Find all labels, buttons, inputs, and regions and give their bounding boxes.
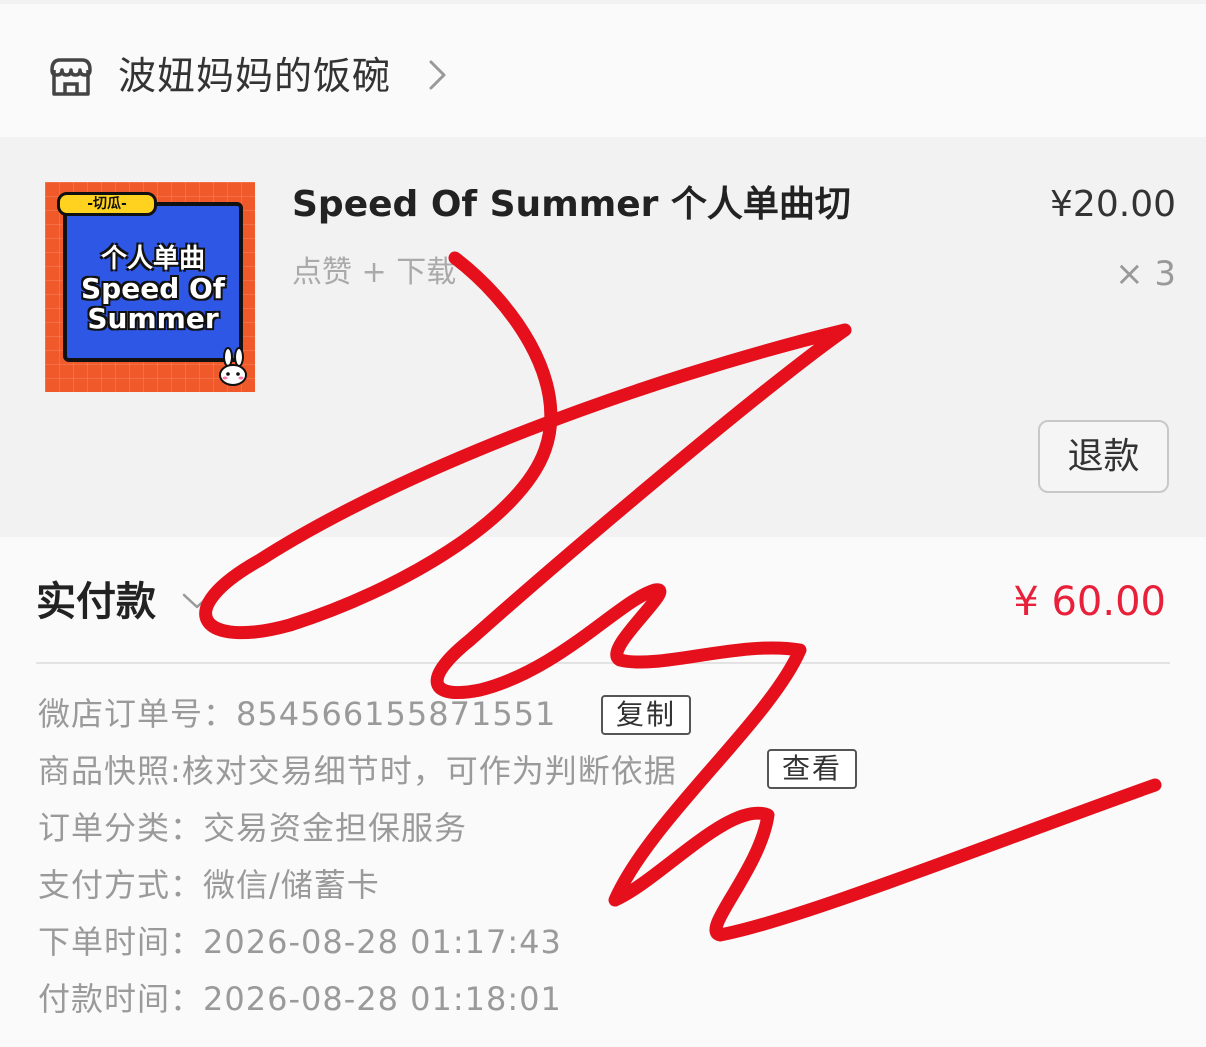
thumbnail-text: 个人单曲 Speed Of Summer: [63, 244, 243, 334]
product-card[interactable]: -切瓜- 个人单曲 Speed Of Summer Speed Of Summe…: [0, 137, 1206, 537]
snapshot-label: 商品快照:: [38, 752, 182, 790]
payment-amount: ¥ 60.00: [1013, 579, 1166, 625]
thumbnail-line: Speed Of: [81, 272, 225, 305]
copy-button[interactable]: 复制: [601, 695, 691, 735]
snapshot-row: 商品快照:核对交易细节时，可作为判断依据 查看: [38, 747, 857, 804]
order-time-label: 下单时间：: [38, 923, 204, 961]
thumbnail-line: 个人单曲: [100, 244, 205, 274]
category-value: 交易资金担保服务: [203, 809, 468, 847]
order-time-row: 下单时间：2026-08-28 01:17:43: [38, 918, 677, 975]
order-details: 微店订单号：854566155871551 复制 商品快照:核对交易细节时，可作…: [38, 690, 857, 1032]
category-label: 订单分类：: [38, 809, 204, 847]
view-button[interactable]: 查看: [767, 749, 857, 789]
product-quantity: × 3: [1115, 254, 1176, 294]
snapshot-value: 核对交易细节时，可作为判断依据: [181, 752, 677, 790]
pay-time-value: 2026-08-28 01:18:01: [203, 980, 562, 1018]
shop-icon: [50, 58, 92, 96]
payment-method-value: 微信/储蓄卡: [203, 866, 380, 904]
product-price: ¥20.00: [1050, 184, 1176, 225]
product-title[interactable]: Speed Of Summer 个人单曲切: [292, 182, 851, 228]
bunny-icon: [219, 347, 247, 386]
shop-header[interactable]: 波妞妈妈的饭碗: [0, 0, 1206, 137]
refund-button[interactable]: 退款: [1038, 420, 1169, 493]
chevron-right-icon[interactable]: [426, 56, 450, 94]
order-time-value: 2026-08-28 01:17:43: [203, 923, 562, 961]
pay-time-label: 付款时间：: [38, 980, 204, 1018]
product-thumbnail[interactable]: -切瓜- 个人单曲 Speed Of Summer: [45, 182, 255, 392]
payment-method-label: 支付方式：: [38, 866, 204, 904]
payment-label: 实付款: [36, 579, 156, 625]
divider: [36, 662, 1170, 664]
payment-method-row: 支付方式：微信/储蓄卡: [38, 861, 677, 918]
chevron-down-icon[interactable]: [181, 586, 213, 614]
product-spec: 点赞 + 下载: [292, 255, 457, 290]
order-number-row: 微店订单号：854566155871551 复制: [38, 690, 691, 747]
payment-row[interactable]: 实付款 ¥ 60.00: [36, 572, 1170, 634]
thumbnail-tag: -切瓜-: [57, 192, 157, 216]
thumbnail-line: Summer: [87, 302, 219, 335]
category-row: 订单分类：交易资金担保服务: [38, 804, 677, 861]
order-number-label: 微店订单号：: [38, 695, 237, 733]
shop-name[interactable]: 波妞妈妈的饭碗: [118, 50, 391, 102]
pay-time-row: 付款时间：2026-08-28 01:18:01: [38, 975, 677, 1032]
order-number-value: 854566155871551: [236, 695, 557, 733]
